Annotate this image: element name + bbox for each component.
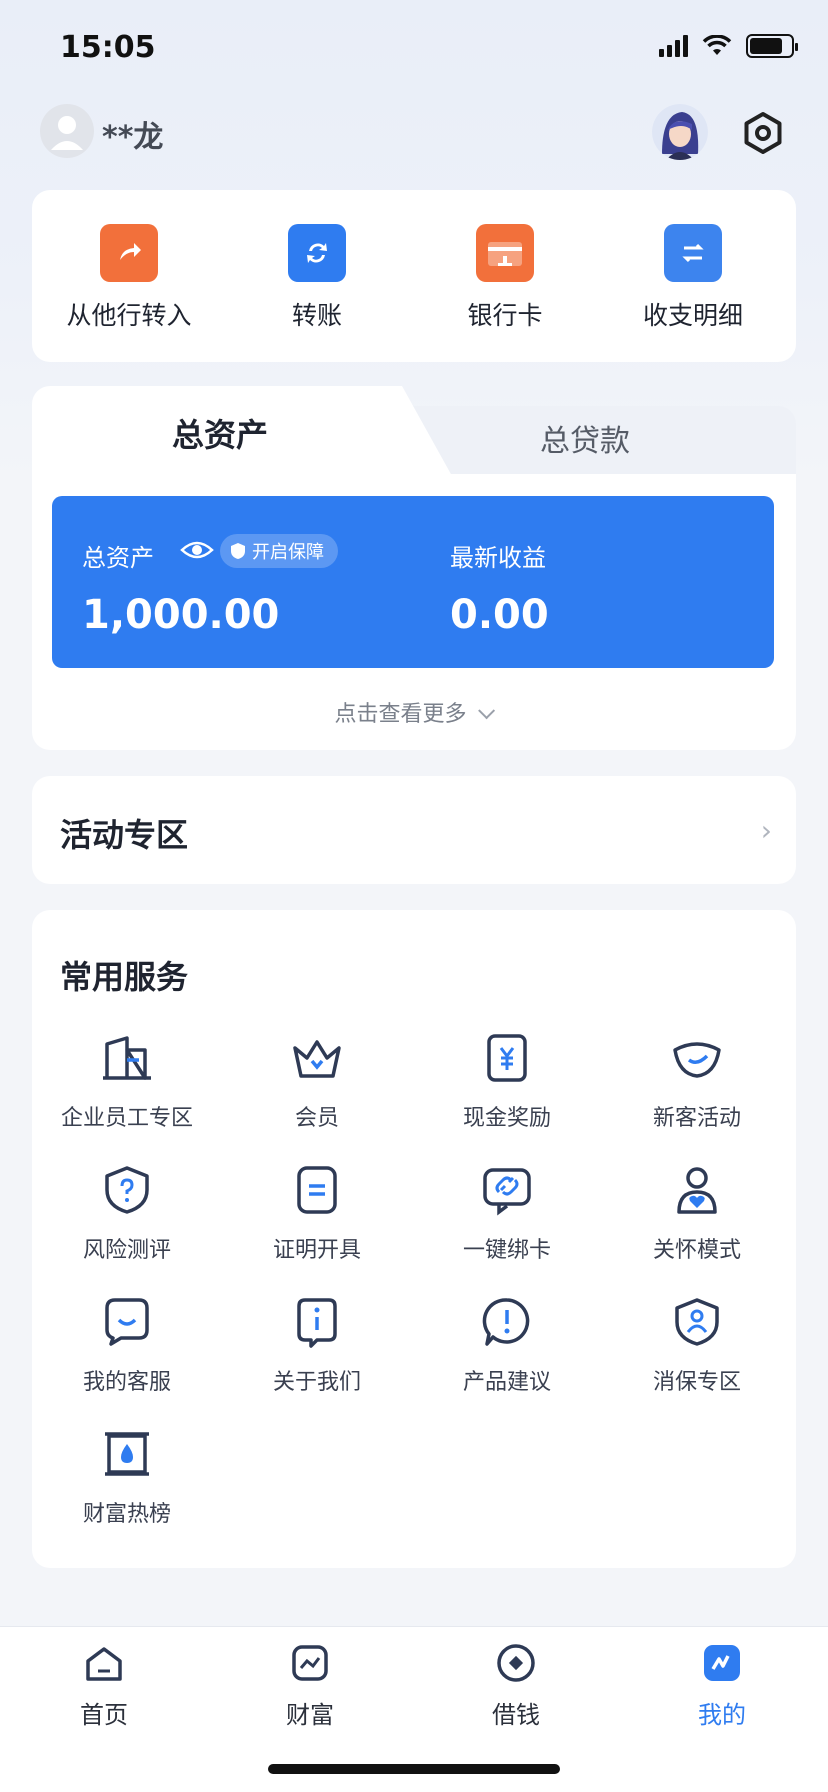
common-services-title: 常用服务 — [60, 958, 189, 996]
activity-zone-title: 活动专区 — [60, 816, 189, 854]
borrow-icon — [497, 1644, 535, 1682]
assistant-avatar-icon[interactable] — [652, 104, 708, 160]
quick-action-transfer-in[interactable]: 从他行转入 — [44, 224, 214, 332]
service-new-customer[interactable]: 新客活动 — [602, 1030, 792, 1132]
signal-icon — [659, 35, 688, 57]
avatar[interactable] — [40, 104, 94, 158]
tab-total-loans-label: 总贷款 — [540, 424, 630, 459]
tab-home[interactable]: 首页 — [44, 1641, 164, 1730]
statement-icon — [664, 224, 722, 282]
crown-icon — [293, 1040, 341, 1078]
service-wealth-ranking[interactable]: 财富热榜 — [32, 1426, 222, 1528]
username: **龙 — [102, 120, 164, 155]
link-card-icon — [483, 1168, 531, 1216]
service-product-suggestion[interactable]: 产品建议 — [412, 1294, 602, 1396]
quick-action-bank-card[interactable]: 银行卡 — [420, 224, 590, 332]
chevron-down-icon — [477, 702, 495, 720]
home-indicator[interactable] — [268, 1764, 560, 1774]
chevron-right-icon: › — [760, 814, 772, 847]
cash-reward-icon — [487, 1034, 527, 1082]
activity-zone-card[interactable]: 活动专区 › — [32, 776, 796, 884]
service-care-mode[interactable]: 关怀模式 — [602, 1162, 792, 1264]
latest-income-value: 0.00 — [450, 592, 549, 638]
service-certificate[interactable]: 证明开具 — [222, 1162, 412, 1264]
service-customer-service[interactable]: 我的客服 — [32, 1294, 222, 1396]
quick-action-statement[interactable]: 收支明细 — [608, 224, 778, 332]
profile-header: **龙 — [0, 96, 828, 186]
protect-badge-label: 开启保障 — [252, 542, 324, 563]
assets-card: 总资产 总贷款 总资产 开启保障 1,000.00 最新收益 0.00 点击查看… — [32, 386, 796, 750]
service-bind-card[interactable]: 一键绑卡 — [412, 1162, 602, 1264]
transfer-in-icon — [100, 224, 158, 282]
care-person-icon — [677, 1167, 717, 1214]
tab-wealth[interactable]: 财富 — [250, 1641, 370, 1730]
bank-card-icon — [476, 224, 534, 282]
settings-gear-icon[interactable] — [740, 110, 786, 156]
service-cash-reward[interactable]: 现金奖励 — [412, 1030, 602, 1132]
service-enterprise-employee[interactable]: 企业员工专区 — [32, 1030, 222, 1132]
document-icon — [297, 1166, 337, 1214]
info-icon — [297, 1298, 337, 1348]
tab-total-assets-label: 总资产 — [172, 416, 269, 454]
suggestion-icon — [482, 1298, 530, 1346]
customer-service-icon — [105, 1298, 149, 1346]
shield-icon — [231, 543, 245, 559]
status-time: 15:05 — [60, 30, 156, 65]
building-icon — [103, 1036, 151, 1080]
total-assets-value: 1,000.00 — [82, 592, 280, 638]
total-assets-label: 总资产 — [82, 544, 154, 572]
mine-icon — [704, 1645, 740, 1681]
quick-actions-card: 从他行转入 转账 银行卡 收支明细 — [32, 190, 796, 362]
see-more-link[interactable]: 点击查看更多 — [32, 696, 796, 728]
latest-income-label: 最新收益 — [450, 544, 546, 572]
tab-mine[interactable]: 我的 — [662, 1641, 782, 1730]
quick-action-transfer[interactable]: 转账 — [232, 224, 402, 332]
status-bar: 15:05 — [0, 0, 828, 96]
service-risk-assessment[interactable]: 风险测评 — [32, 1162, 222, 1264]
wealth-icon — [292, 1645, 328, 1681]
common-services-card: 常用服务 企业员工专区 会员 现金奖励 新客活动 风险测评 证明开具 一键绑卡 … — [32, 910, 796, 1568]
home-icon — [86, 1647, 122, 1681]
asset-summary-panel[interactable]: 总资产 开启保障 1,000.00 最新收益 0.00 — [52, 496, 774, 668]
consumer-protection-icon — [675, 1298, 719, 1346]
eye-icon[interactable] — [180, 538, 214, 562]
see-more-label: 点击查看更多 — [334, 702, 467, 727]
wealth-ranking-icon — [105, 1432, 149, 1476]
tab-borrow[interactable]: 借钱 — [456, 1641, 576, 1730]
gold-ingot-icon — [673, 1042, 721, 1078]
service-member[interactable]: 会员 — [222, 1030, 412, 1132]
transfer-icon — [288, 224, 346, 282]
risk-shield-icon — [105, 1166, 149, 1214]
service-consumer-protection[interactable]: 消保专区 — [602, 1294, 792, 1396]
battery-icon — [746, 34, 798, 58]
protect-badge[interactable]: 开启保障 — [220, 534, 338, 568]
wifi-icon — [702, 35, 732, 55]
service-about-us[interactable]: 关于我们 — [222, 1294, 412, 1396]
